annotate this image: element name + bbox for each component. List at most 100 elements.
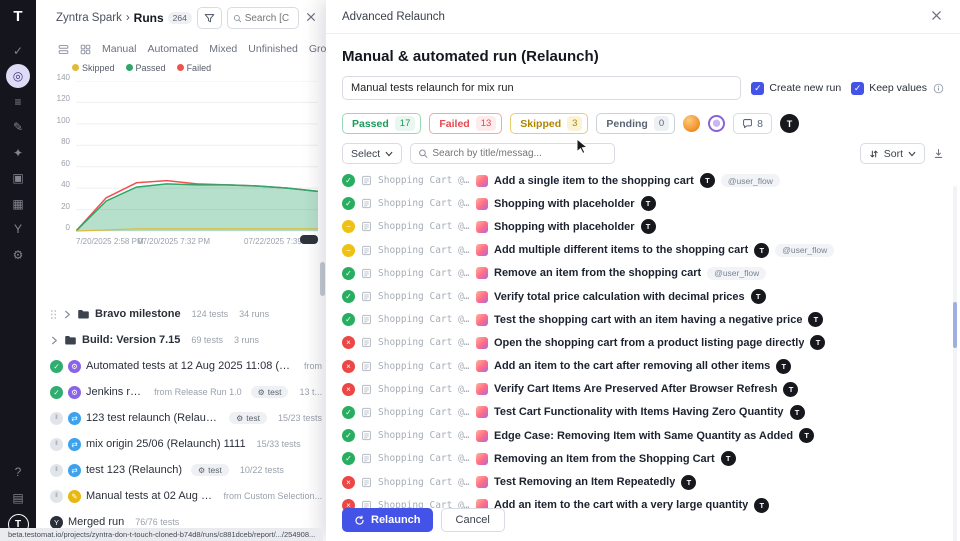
test-row[interactable]: ✓Shopping Cart @…Test Cart Functionality… (342, 401, 944, 424)
test-row[interactable]: ✓Shopping Cart @…Test the shopping cart … (342, 308, 944, 331)
section-name[interactable]: Runs (134, 11, 164, 25)
run-row[interactable]: ‖⇄test 123 (Relaunch)⚙test10/22 tests (50, 457, 322, 483)
folder-runs-count: 34 runs (239, 309, 269, 319)
app-sidebar: T ✓◎≡✎✦▣▦Y⚙ ?▤ T (0, 0, 36, 541)
filter-chip-count: 0 (654, 116, 669, 131)
test-row[interactable]: ×Shopping Cart @…Test Removing an Item R… (342, 470, 944, 493)
tasks-icon[interactable]: ✓ (6, 39, 30, 63)
test-row[interactable]: ✓Shopping Cart @…Edge Case: Removing Ite… (342, 424, 944, 447)
grid-view-icon[interactable] (80, 44, 91, 55)
test-title: Verify Cart Items Are Preserved After Br… (494, 383, 777, 395)
test-row[interactable]: ✓Shopping Cart @…Remove an item from the… (342, 262, 944, 285)
chevron-right-icon[interactable] (50, 336, 59, 345)
test-emoji-icon (476, 221, 488, 233)
select-dropdown[interactable]: Select (342, 143, 402, 164)
test-emoji-icon (476, 476, 488, 488)
list-view-icon[interactable] (58, 44, 69, 55)
test-emoji-icon (476, 453, 488, 465)
settings-icon[interactable]: ⚙ (6, 243, 30, 267)
relaunch-label: Relaunch (371, 514, 421, 526)
test-row[interactable]: −Shopping Cart @…Add multiple different … (342, 239, 944, 262)
scrollbar-thumb[interactable] (953, 302, 957, 348)
gallery-icon[interactable]: ▦ (6, 192, 30, 216)
suite-label: Shopping Cart @… (378, 198, 470, 209)
test-emoji-icon (476, 175, 488, 187)
sort-button[interactable]: Sort (860, 143, 925, 164)
drag-handle-icon[interactable] (50, 309, 57, 320)
run-row[interactable]: ‖✎Manual tests at 02 Aug 2025 13:38from … (50, 483, 322, 509)
modal-close-icon[interactable] (929, 8, 944, 26)
checkbox-checked-icon: ✓ (751, 82, 764, 95)
test-title: Test Cart Functionality with Items Havin… (494, 406, 784, 418)
help-icon[interactable]: ? (6, 460, 30, 484)
comments-filter-chip[interactable]: 8 (733, 113, 772, 134)
edit-icon[interactable]: ✎ (6, 115, 30, 139)
info-icon[interactable] (933, 83, 944, 94)
tab-automated[interactable]: Automated (147, 43, 198, 55)
test-row[interactable]: −Shopping Cart @…Shopping with placehold… (342, 215, 944, 238)
panel-close-icon[interactable] (304, 7, 318, 29)
cancel-button[interactable]: Cancel (441, 508, 505, 532)
filter-chip-passed[interactable]: Passed17 (342, 113, 421, 134)
test-assignee-avatar: T (790, 405, 805, 420)
test-row[interactable]: ×Shopping Cart @…Verify Cart Items Are P… (342, 378, 944, 401)
test-row[interactable]: ✓Shopping Cart @…Add a single item to th… (342, 169, 944, 192)
milestone-row[interactable]: Build: Version 7.1569 tests3 runs (50, 327, 322, 353)
test-tag: @user_flow (721, 174, 780, 187)
branch-icon[interactable]: Y (6, 217, 30, 241)
tab-unfinished[interactable]: Unfinished (248, 43, 298, 55)
checkbox-label: Keep values (869, 82, 927, 94)
export-icon[interactable]: ▣ (6, 166, 30, 190)
filter-chip-failed[interactable]: Failed13 (429, 113, 502, 134)
keep-values-checkbox[interactable]: ✓ Keep values (851, 82, 944, 95)
assignee-avatar[interactable]: T (780, 114, 799, 133)
relaunch-button[interactable]: Relaunch (342, 508, 433, 532)
runs-tabs: ManualAutomatedMixedUnfinishedGroups (36, 36, 326, 58)
filter-chip-pending[interactable]: Pending0 (596, 113, 675, 134)
panel-scrollbar[interactable] (320, 262, 325, 296)
mascot-emoji-icon[interactable] (708, 115, 725, 132)
tab-manual[interactable]: Manual (102, 43, 136, 55)
test-row[interactable]: ✓Shopping Cart @…Removing an Item from t… (342, 447, 944, 470)
milestone-row[interactable]: Bravo milestone124 tests34 runs (50, 301, 322, 327)
test-emoji-icon (476, 383, 488, 395)
sidebar-nav: ✓◎≡✎✦▣▦Y⚙ (6, 37, 30, 268)
run-name-input[interactable] (342, 76, 741, 100)
cat-emoji-icon[interactable] (683, 115, 700, 132)
test-row[interactable]: ✓Shopping Cart @…Shopping with placehold… (342, 192, 944, 215)
run-row[interactable]: ‖⇄123 test relaunch (Relaunch)⚙test15/23… (50, 405, 322, 431)
test-status-icon: ✓ (342, 197, 355, 210)
filter-chip-skipped[interactable]: Skipped3 (510, 113, 588, 134)
filter-button[interactable] (197, 7, 222, 29)
tests-search[interactable] (410, 143, 615, 164)
legend-dot (72, 64, 79, 71)
magic-icon[interactable]: ✦ (6, 141, 30, 165)
test-row[interactable]: ×Shopping Cart @…Add an item to the cart… (342, 355, 944, 378)
test-status-icon: ✓ (342, 406, 355, 419)
test-row[interactable]: ×Shopping Cart @…Open the shopping cart … (342, 331, 944, 354)
tests-search-input[interactable] (432, 148, 607, 159)
run-row[interactable]: ✓⚙Automated tests at 12 Aug 2025 11:08 (… (50, 353, 322, 379)
runs-search-input[interactable] (245, 13, 293, 24)
runs-search[interactable] (227, 7, 299, 29)
tests-scrollbar[interactable] (953, 186, 957, 541)
test-row[interactable]: ✓Shopping Cart @…Verify total price calc… (342, 285, 944, 308)
queue-icon[interactable]: ≡ (6, 90, 30, 114)
chevron-right-icon[interactable] (63, 310, 72, 319)
run-row[interactable]: ✓⚙Jenkins run (Relaunch)from Release Run… (50, 379, 322, 405)
folder-tests-count: 124 tests (192, 309, 229, 319)
project-name[interactable]: Zyntra Spark (56, 12, 122, 24)
library-icon[interactable]: ▤ (6, 486, 30, 510)
calendar-icon (361, 337, 372, 348)
app-logo[interactable]: T (13, 8, 22, 25)
chart-scroll-handle[interactable] (300, 235, 318, 244)
create-new-run-checkbox[interactable]: ✓ Create new run (751, 82, 841, 95)
run-row[interactable]: ‖⇄mix origin 25/06 (Relaunch) 111115/33 … (50, 431, 322, 457)
test-badge: ⚙test (251, 386, 289, 398)
suite-label: Shopping Cart @… (378, 314, 470, 325)
download-icon[interactable] (933, 148, 944, 159)
calendar-icon (361, 384, 372, 395)
tab-mixed[interactable]: Mixed (209, 43, 237, 55)
runs-icon[interactable]: ◎ (6, 64, 30, 88)
checkbox-checked-icon: ✓ (851, 82, 864, 95)
